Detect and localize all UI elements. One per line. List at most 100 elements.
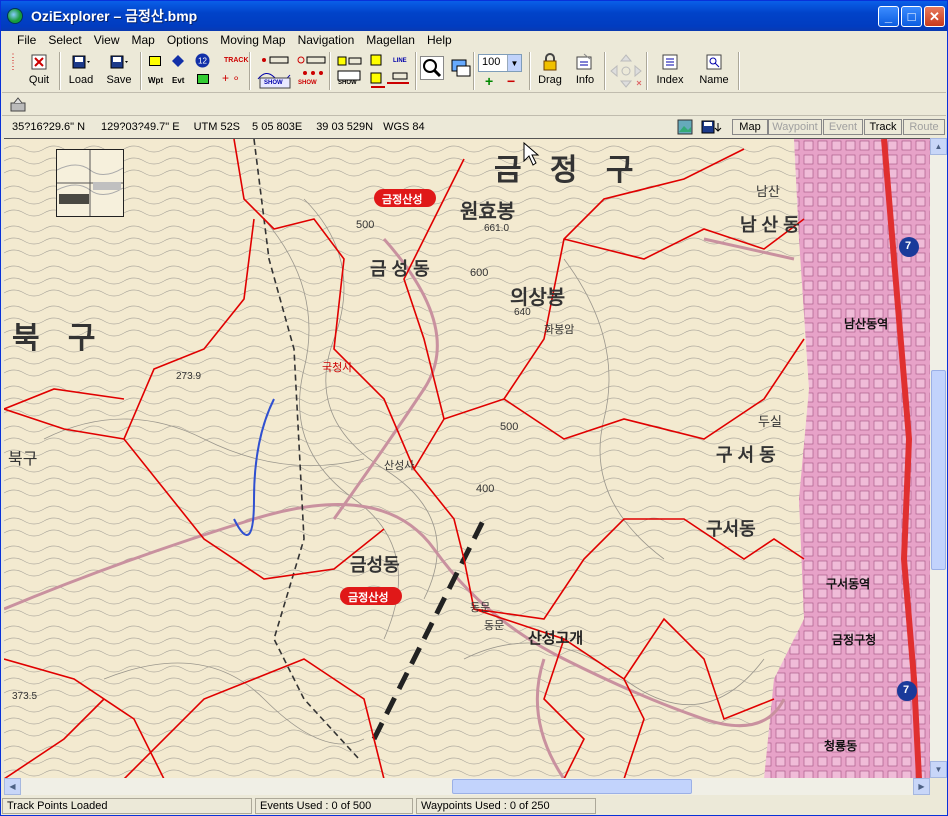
map-image-icon[interactable] bbox=[677, 119, 693, 135]
scroll-up-arrow-icon[interactable]: ▲ bbox=[930, 138, 947, 155]
menu-view[interactable]: View bbox=[94, 33, 120, 47]
menu-map[interactable]: Map bbox=[132, 33, 155, 47]
pan-arrows-icon[interactable] bbox=[609, 53, 643, 89]
status-message: Track Points Loaded bbox=[2, 798, 252, 814]
minimize-button[interactable]: _ bbox=[878, 6, 899, 27]
close-button[interactable]: ✕ bbox=[924, 6, 945, 27]
map-label-buk-gu: 북 구 bbox=[12, 322, 106, 355]
waypoint-diamond-icon[interactable] bbox=[172, 55, 184, 67]
index-button[interactable]: Index bbox=[652, 53, 688, 91]
menu-file[interactable]: File bbox=[17, 33, 36, 47]
map-label-dusil: 두실 bbox=[758, 414, 782, 429]
zoom-dropdown-arrow-icon[interactable]: ▼ bbox=[507, 55, 521, 71]
menu-options[interactable]: Options bbox=[167, 33, 208, 47]
scroll-left-arrow-icon[interactable]: ◀ bbox=[4, 778, 21, 795]
map-label-elev-600: 600 bbox=[470, 267, 489, 279]
horizontal-scrollbar[interactable]: ◀ ▶ bbox=[4, 778, 930, 795]
moving-map-icon[interactable] bbox=[10, 97, 28, 113]
vertical-scrollbar[interactable]: ▲ ▼ bbox=[930, 138, 947, 778]
load-button[interactable]: Load bbox=[64, 53, 98, 91]
info-button[interactable]: Info bbox=[570, 53, 600, 91]
toolbar-separator bbox=[329, 52, 331, 90]
waypoint-show-label[interactable]: SHOW bbox=[298, 80, 317, 86]
toolbar-separator bbox=[604, 52, 606, 90]
waypoint-square-icon[interactable] bbox=[149, 56, 161, 66]
map-label-elev-640: 640 bbox=[514, 307, 531, 318]
name-button[interactable]: Name bbox=[696, 53, 732, 91]
toolbar-separator bbox=[738, 52, 740, 90]
save-button[interactable]: Save bbox=[102, 53, 136, 91]
quit-label: Quit bbox=[28, 74, 50, 86]
map-label-hwaeomam: 화봉암 bbox=[544, 324, 575, 336]
maximize-button[interactable]: □ bbox=[901, 6, 922, 27]
map-label-uisangbong: 의상봉 bbox=[510, 287, 566, 309]
horizontal-scroll-thumb[interactable] bbox=[452, 779, 692, 794]
track-point-icon[interactable]: + ∘ bbox=[222, 71, 240, 85]
name-show-label[interactable]: SHOW bbox=[338, 80, 357, 86]
zoom-level-select[interactable]: 100 ▼ bbox=[478, 54, 522, 72]
load-label: Load bbox=[68, 74, 94, 86]
status-bar: Track Points Loaded Events Used : 0 of 5… bbox=[2, 797, 946, 815]
map-view[interactable]: 금 정 구 북 구 북구 금 성 동 금성동 원효봉 의상봉 남 산 동 구 서… bbox=[4, 138, 930, 778]
info-icon bbox=[576, 53, 594, 71]
map-label-geumseong-dong-2: 금성동 bbox=[350, 555, 400, 575]
index-icon bbox=[661, 53, 679, 71]
svg-text:12: 12 bbox=[198, 57, 207, 66]
ozi-window: OziExplorer – 금정산.bmp _ □ ✕ File Select … bbox=[0, 0, 948, 816]
quit-button[interactable]: Quit bbox=[24, 53, 54, 91]
zoom-in-button[interactable]: + bbox=[485, 73, 493, 89]
map-label-route-7b: 7 bbox=[903, 684, 910, 696]
save-map-icon[interactable] bbox=[701, 119, 727, 135]
status-events: Events Used : 0 of 500 bbox=[255, 798, 413, 814]
track-show-label[interactable]: SHOW bbox=[264, 80, 283, 86]
line-label[interactable]: LINE bbox=[393, 58, 407, 64]
zoom-tool-button[interactable] bbox=[420, 56, 444, 80]
mode-map-button[interactable]: Map bbox=[732, 119, 768, 135]
scroll-down-arrow-icon[interactable]: ▼ bbox=[930, 761, 947, 778]
latitude-readout: 35?16?29.6" N bbox=[12, 121, 86, 133]
mode-track-button[interactable]: Track bbox=[864, 119, 902, 135]
map-label-elev-500: 500 bbox=[356, 219, 375, 231]
window-map-icon[interactable] bbox=[450, 57, 472, 79]
map-label-namsan-station: 남산동역 bbox=[844, 317, 889, 331]
map-label-wonhyobong: 원효봉 bbox=[460, 201, 516, 223]
track-label[interactable]: TRACK bbox=[224, 57, 249, 64]
toolbar-separator bbox=[140, 52, 142, 90]
map-label-guseo-dong-2: 구서동 bbox=[706, 519, 756, 539]
secondary-toolbar bbox=[2, 94, 946, 116]
toolbar-separator bbox=[415, 52, 417, 90]
menu-help[interactable]: Help bbox=[427, 33, 452, 47]
scroll-corner bbox=[930, 778, 947, 795]
map-label-guseo-dong-1: 구 서 동 bbox=[716, 445, 776, 465]
datum-readout: WGS 84 bbox=[383, 121, 425, 133]
event-square-icon[interactable] bbox=[197, 74, 209, 84]
menu-navigation[interactable]: Navigation bbox=[298, 33, 355, 47]
title-bar[interactable]: OziExplorer – 금정산.bmp _ □ ✕ bbox=[1, 1, 947, 31]
map-label-geumjeong-sanseong-2: 금정산성 bbox=[348, 592, 389, 604]
easting-readout: 5 05 803E bbox=[252, 121, 303, 133]
app-icon[interactable] bbox=[7, 8, 23, 24]
drag-button[interactable]: Drag bbox=[534, 53, 566, 91]
map-label-geumseong-dong-1: 금 성 동 bbox=[370, 259, 430, 279]
menu-magellan[interactable]: Magellan bbox=[366, 33, 415, 47]
map-label-sanseong-sa: 산성사 bbox=[384, 460, 415, 472]
menu-moving-map[interactable]: Moving Map bbox=[220, 33, 285, 47]
map-label-geumjeong-office: 금정구청 bbox=[832, 633, 877, 647]
wpt-label[interactable]: Wpt bbox=[148, 76, 163, 85]
menu-select[interactable]: Select bbox=[48, 33, 81, 47]
route-number-icon[interactable]: 12 bbox=[195, 53, 210, 68]
map-label-sanseong-gogae: 산성고개 bbox=[528, 630, 584, 647]
mode-event-button[interactable]: Event bbox=[823, 119, 863, 135]
menu-bar: File Select View Map Options Moving Map … bbox=[2, 31, 946, 49]
map-label-buk-gu-small: 북구 bbox=[8, 451, 38, 468]
mode-waypoint-button[interactable]: Waypoint bbox=[768, 119, 822, 135]
zoom-out-button[interactable]: − bbox=[507, 73, 515, 89]
scroll-right-arrow-icon[interactable]: ▶ bbox=[913, 778, 930, 795]
vertical-scroll-thumb[interactable] bbox=[931, 370, 946, 570]
map-label-elev-400: 400 bbox=[476, 483, 495, 495]
evt-label[interactable]: Evt bbox=[172, 76, 184, 85]
map-overview-window[interactable] bbox=[56, 149, 124, 217]
info-label: Info bbox=[575, 74, 595, 86]
map-label-dongmun: 동문 bbox=[470, 602, 491, 614]
mode-route-button[interactable]: Route bbox=[903, 119, 945, 135]
